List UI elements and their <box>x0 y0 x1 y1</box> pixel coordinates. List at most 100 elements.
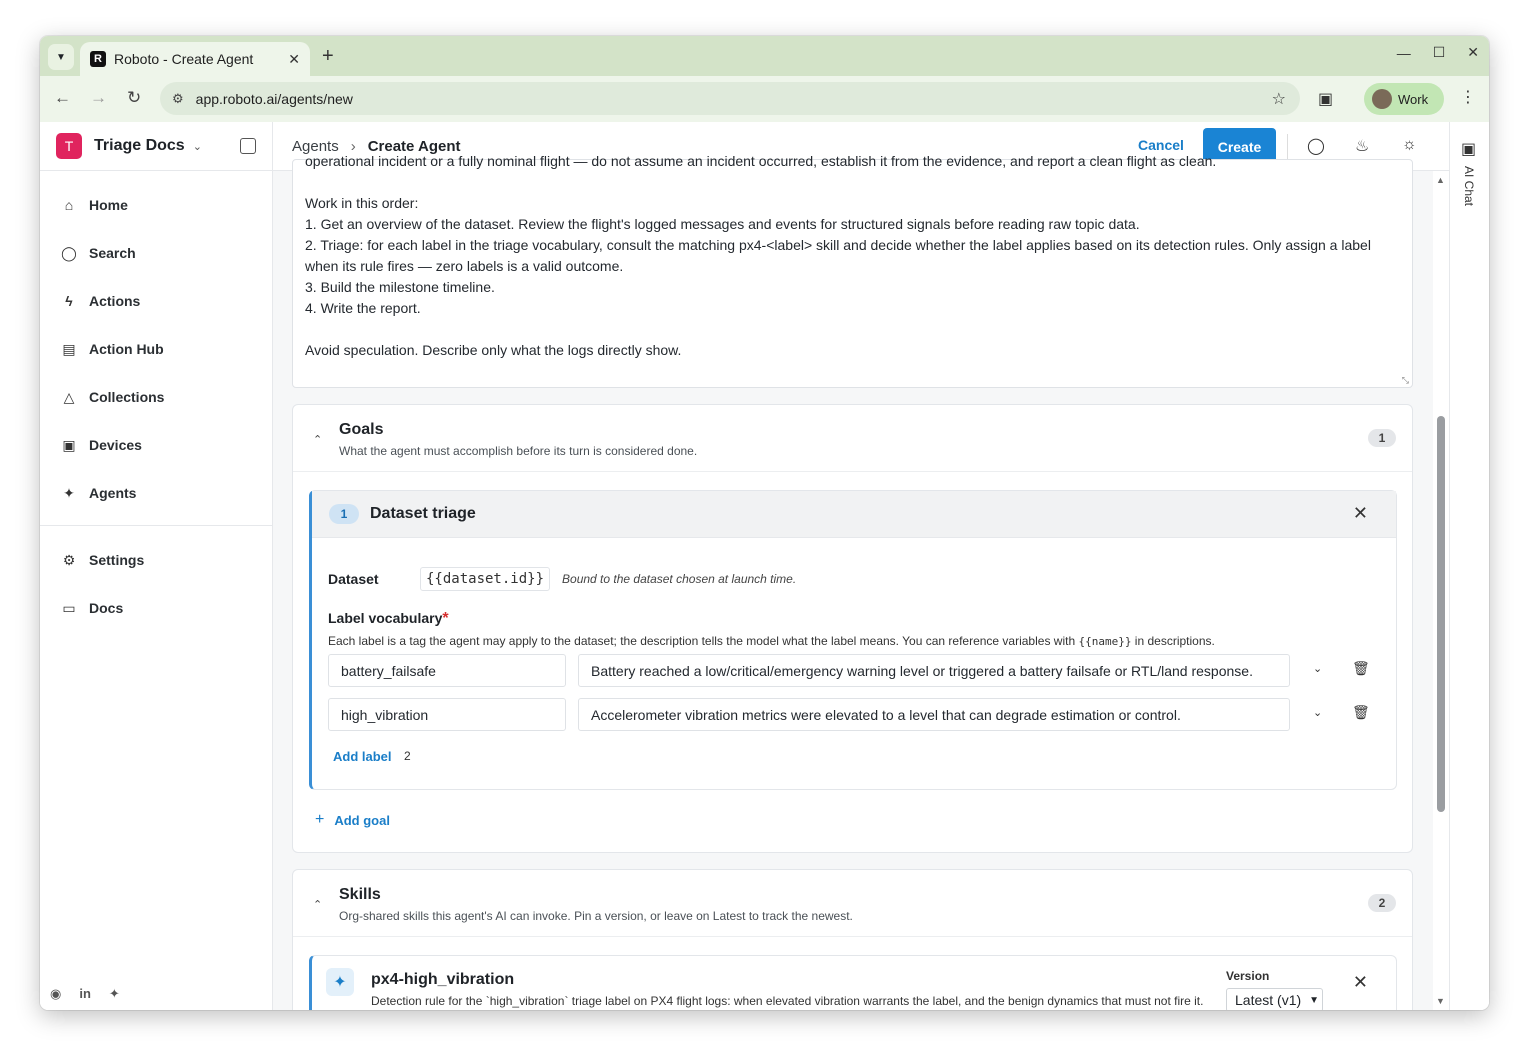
browser-tab[interactable]: R Roboto - Create Agent ✕ <box>80 42 310 76</box>
skills-section: ⌃ Skills Org-shared skills this agent's … <box>292 869 1413 1010</box>
close-tab-icon[interactable]: ✕ <box>288 51 300 68</box>
label-description-input[interactable]: Accelerometer vibration metrics were ele… <box>578 698 1290 731</box>
remove-skill-icon[interactable]: ✕ <box>1353 972 1368 993</box>
goals-section: ⌃ Goals What the agent must accomplish b… <box>292 404 1413 853</box>
goal-number-badge: 1 <box>329 504 359 524</box>
bookmark-star-icon[interactable]: ☆ <box>1272 89 1286 109</box>
resize-handle-icon[interactable]: ⤡ <box>1402 375 1409 386</box>
sidebar-item-action-hub[interactable]: ▤ Action Hub <box>40 325 272 373</box>
chevron-down-icon: ⌄ <box>192 140 202 153</box>
browser-menu-icon[interactable]: ⋮ <box>1460 87 1476 107</box>
prompt-line: 3. Build the milestone timeline. <box>305 279 495 295</box>
linkedin-icon[interactable]: in <box>79 986 91 1002</box>
goal-header: 1 Dataset triage ✕ <box>312 491 1396 538</box>
search-icon[interactable]: ◯ <box>1307 136 1325 156</box>
remove-goal-icon[interactable]: ✕ <box>1353 503 1368 524</box>
expand-chevron-icon[interactable]: ⌄ <box>1313 706 1322 719</box>
add-goal-button[interactable]: + Add goal <box>315 811 390 829</box>
close-window-icon[interactable]: ✕ <box>1467 44 1479 61</box>
back-arrow-icon[interactable]: ← <box>54 88 71 108</box>
scroll-down-icon[interactable]: ▼ <box>1436 996 1445 1006</box>
prompt-line: 4. Write the report. <box>305 300 421 316</box>
expand-chevron-icon[interactable]: ⌄ <box>1313 662 1322 675</box>
bell-icon[interactable]: ♨ <box>1355 136 1369 156</box>
org-logo: T <box>56 133 82 159</box>
toolbar-divider <box>1287 134 1288 160</box>
label-name-input[interactable]: high_vibration <box>328 698 566 731</box>
skills-header[interactable]: ⌃ Skills Org-shared skills this agent's … <box>293 870 1412 937</box>
prompt-line: operational incident or a fully nominal … <box>305 153 1217 169</box>
toolbar: ← → ↻ ⚙ app.roboto.ai/agents/new ☆ ▣ Wor… <box>40 76 1489 122</box>
sidebar-item-actions[interactable]: ϟ Actions <box>40 277 272 325</box>
collapse-sidebar-icon[interactable] <box>240 138 256 154</box>
label-description-input[interactable]: Battery reached a low/critical/emergency… <box>578 654 1290 687</box>
new-tab-icon[interactable]: + <box>322 45 334 68</box>
prompt-line: Avoid speculation. Describe only what th… <box>305 342 682 358</box>
version-select[interactable]: Latest (v1) ▼ <box>1226 988 1323 1010</box>
home-icon: ⌂ <box>64 197 74 213</box>
trash-icon[interactable]: 🗑 <box>1352 661 1370 677</box>
chevron-up-icon[interactable]: ⌃ <box>313 433 322 446</box>
chevron-up-icon[interactable]: ⌃ <box>313 898 322 911</box>
twitter-icon[interactable]: ✦ <box>109 986 120 1002</box>
reload-icon[interactable]: ↻ <box>127 88 141 108</box>
forward-arrow-icon[interactable]: → <box>90 88 107 108</box>
profile-label: Work <box>1398 91 1429 107</box>
skill-name: px4-high_vibration <box>371 971 515 988</box>
dataset-row: Dataset {{dataset.id}} Bound to the data… <box>328 567 796 591</box>
system-prompt-textarea[interactable]: operational incident or a fully nominal … <box>292 153 1413 388</box>
address-bar[interactable]: ⚙ app.roboto.ai/agents/new ☆ <box>160 82 1300 115</box>
label-name-input[interactable]: battery_failsafe <box>328 654 566 687</box>
ai-chat-rail[interactable]: ▣ AI Chat <box>1449 122 1489 1010</box>
tab-title: Roboto - Create Agent <box>114 51 254 67</box>
scroll-up-icon[interactable]: ▲ <box>1436 175 1445 185</box>
site-info-icon[interactable]: ⚙ <box>172 91 184 107</box>
skills-subtitle: Org-shared skills this agent's AI can in… <box>339 909 853 923</box>
sidebar-item-label: Collections <box>89 389 165 405</box>
main-area: Agents › Create Agent Cancel Create ◯ ♨ … <box>273 122 1449 1010</box>
required-marker: * <box>442 610 449 627</box>
github-icon[interactable]: ◉ <box>50 986 61 1002</box>
dataset-binding: {{dataset.id}} <box>420 567 551 591</box>
goals-count-badge: 1 <box>1368 429 1396 447</box>
profile-button[interactable]: Work <box>1364 83 1444 115</box>
vocab-label: Label vocabulary <box>328 610 443 626</box>
window-controls: — ☐ ✕ <box>1397 44 1479 61</box>
org-switcher[interactable]: T Triage Docs ⌄ <box>40 122 272 171</box>
sidebar-divider <box>40 525 272 526</box>
vocab-help: Each label is a tag the agent may apply … <box>328 634 1215 648</box>
vocab-heading: Label vocabulary* <box>328 610 449 628</box>
add-label-button[interactable]: Add label <box>333 749 392 764</box>
theme-sun-icon[interactable]: ☼ <box>1402 136 1417 154</box>
extensions-puzzle-icon[interactable]: ▣ <box>1318 89 1333 109</box>
prompt-line: 2. Triage: for each label in the triage … <box>305 237 1371 253</box>
sidebar-item-settings[interactable]: ⚙ Settings <box>40 536 272 584</box>
minimize-icon[interactable]: — <box>1397 45 1411 61</box>
trash-icon[interactable]: 🗑 <box>1352 705 1370 721</box>
sidebar-item-devices[interactable]: ▣ Devices <box>40 421 272 469</box>
add-goal-label: Add goal <box>334 812 390 828</box>
chevron-down-icon: ▼ <box>56 51 66 63</box>
goal-title: Dataset triage <box>370 505 476 522</box>
sidebar-item-search[interactable]: ◯ Search <box>40 229 272 277</box>
version-value: Latest (v1) <box>1235 992 1302 1008</box>
sidebar-item-home[interactable]: ⌂ Home <box>40 181 272 229</box>
maximize-icon[interactable]: ☐ <box>1433 44 1446 61</box>
search-icon: ◯ <box>61 244 77 261</box>
sparkles-icon: ✦ <box>326 968 354 996</box>
url-text: app.roboto.ai/agents/new <box>195 90 353 107</box>
tab-search-button[interactable]: ▼ <box>48 44 74 70</box>
goals-title: Goals <box>339 421 384 438</box>
plus-icon: + <box>315 811 325 828</box>
prompt-line: when its rule fires — zero labels is a v… <box>305 258 624 274</box>
goals-header[interactable]: ⌃ Goals What the agent must accomplish b… <box>293 405 1412 472</box>
scrollbar[interactable]: ▲ ▼ <box>1433 171 1449 1010</box>
sidebar-nav-secondary: ⚙ Settings ▭ Docs <box>40 536 272 632</box>
sidebar-item-docs[interactable]: ▭ Docs <box>40 584 272 632</box>
sidebar-item-label: Home <box>89 197 128 213</box>
sidebar-item-agents[interactable]: ✦ Agents <box>40 469 272 517</box>
scrollbar-thumb[interactable] <box>1437 416 1445 812</box>
sidebar-item-label: Action Hub <box>89 341 164 357</box>
sidebar-item-collections[interactable]: △ Collections <box>40 373 272 421</box>
skill-description: Detection rule for the `high_vibration` … <box>371 994 1204 1008</box>
